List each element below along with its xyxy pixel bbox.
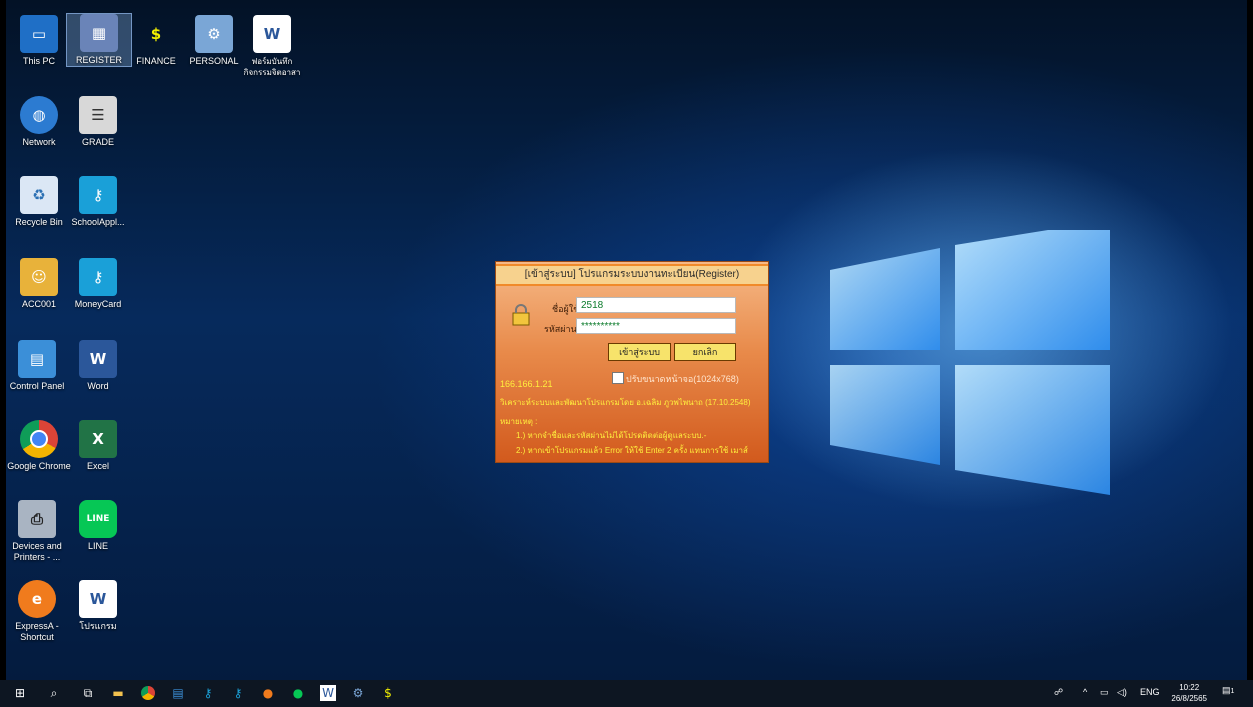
clock-time: 10:22 [1179, 683, 1200, 692]
start-windows-icon[interactable]: ⊞ [12, 685, 28, 701]
control-panel-icon: ▤ [18, 340, 56, 378]
notification-count: 1 [1230, 688, 1235, 695]
language-indicator[interactable]: ENG [1140, 687, 1160, 697]
desktop-icon-label: MoneyCard [74, 299, 122, 309]
desktop-icon-schoolappl[interactable]: ⚷ SchoolAppl... [66, 176, 130, 228]
clock-date: 26/8/2565 [1171, 694, 1207, 703]
developer-credit: วิเคราะห์ระบบและพัฒนาโปรแกรมโดย อ.เฉลิม … [500, 398, 751, 407]
desktop-icon-devices-printers[interactable]: ⎙ Devices and Printers - ... [5, 500, 69, 563]
desktop-icon-label: Recycle Bin [15, 217, 63, 227]
word-icon: W [79, 340, 117, 378]
register-app-icon: ▦ [80, 14, 118, 52]
grade-app-icon: ☰ [79, 96, 117, 134]
this-pc-icon: ▭ [20, 15, 58, 53]
finance-app-icon: $ [150, 25, 162, 43]
word-document-icon: W [79, 580, 117, 618]
network-icon: ◍ [20, 96, 58, 134]
desktop-icon-label: Google Chrome [7, 461, 71, 471]
chevron-up-icon[interactable]: ^ [1083, 687, 1087, 697]
dialog-title: [เข้าสู่ระบบ] โปรแกรมระบบงานทะเบียน(Regi… [496, 264, 768, 286]
cancel-button[interactable]: ยกเลิก [674, 343, 736, 361]
desktop-icon-expressa[interactable]: e ExpressA - Shortcut [5, 580, 69, 643]
username-input[interactable] [576, 297, 736, 313]
desktop-icon-program-doc[interactable]: W โปรแกรม [66, 580, 130, 632]
printer-icon: ⎙ [18, 500, 56, 538]
desktop-icon-label: ฟอร์มบันทึก กิจกรรมจิตอาสา [243, 57, 301, 77]
user-folder-icon: ☺ [20, 258, 58, 296]
desktop-icon-moneycard[interactable]: ⚷ MoneyCard [66, 258, 130, 310]
desktop-icon-label: Excel [86, 461, 109, 471]
desktop-icon-label: ExpressA - Shortcut [15, 621, 59, 642]
chrome-taskbar-icon[interactable] [140, 685, 156, 701]
excel-icon: X [79, 420, 117, 458]
lock-icon [512, 304, 530, 326]
desktop-icon-label: โปรแกรม [79, 621, 117, 631]
network-tray-icon[interactable]: ▭ [1100, 687, 1109, 698]
line-app-icon: LINE [79, 500, 117, 538]
desktop-icon-acc001[interactable]: ☺ ACC001 [7, 258, 71, 310]
desktop-icon-line[interactable]: LINE LINE [66, 500, 130, 552]
control-panel-taskbar-icon[interactable]: ▤ [170, 685, 186, 701]
desktop-icon-word[interactable]: W Word [66, 340, 130, 392]
key-app-taskbar-icon-2[interactable]: ⚷ [230, 685, 246, 701]
expressa-taskbar-icon[interactable]: ● [260, 685, 276, 701]
people-icon[interactable]: ☍ [1054, 687, 1063, 698]
personal-app-icon: ⚙ [195, 15, 233, 53]
password-input[interactable] [576, 318, 736, 334]
desktop-icon-label: REGISTER [75, 55, 122, 65]
desktop-icon-label: Control Panel [9, 381, 65, 391]
expressa-app-icon: e [18, 580, 56, 618]
desktop-icon-register[interactable]: ▦ REGISTER [66, 13, 132, 67]
desktop-icon-control-panel[interactable]: ▤ Control Panel [3, 340, 71, 392]
key-app-icon: ⚷ [79, 176, 117, 214]
desktop-icon-label: Network [22, 137, 56, 147]
note-1: 1.) หากจำชื่อและรหัสผ่านไม่ได้โปรดติดต่อ… [516, 431, 707, 440]
key-app-taskbar-icon[interactable]: ⚷ [200, 685, 216, 701]
desktop-icon-label: SchoolAppl... [71, 217, 125, 227]
note-2: 2.) หากเข้าโปรแกรมแล้ว Error ให้ใช้ Ente… [516, 446, 748, 455]
desktop-icon-this-pc[interactable]: ▭ This PC [7, 15, 71, 67]
desktop-icon-grade[interactable]: ☰ GRADE [66, 96, 130, 148]
desktop-icon-volunteer-form[interactable]: W ฟอร์มบันทึก กิจกรรมจิตอาสา [236, 15, 308, 78]
recycle-bin-icon: ♻ [20, 176, 58, 214]
resize-screen-label: ปรับขนาดหน้าจอ(1024x768) [626, 374, 739, 384]
password-label: รหัสผ่าน [544, 324, 577, 334]
desktop-icon-label: FINANCE [136, 56, 176, 66]
personal-taskbar-icon[interactable]: ⚙ [350, 685, 366, 701]
file-explorer-icon[interactable]: ▬ [110, 685, 126, 701]
login-dialog: [เข้าสู่ระบบ] โปรแกรมระบบงานทะเบียน(Regi… [495, 261, 769, 463]
ip-address: 166.166.1.21 [500, 379, 553, 389]
desktop-icon-label: ACC001 [21, 299, 57, 309]
desktop-icon-network[interactable]: ◍ Network [7, 96, 71, 148]
resize-screen-checkbox[interactable] [612, 372, 624, 384]
desktop-icon-google-chrome[interactable]: Google Chrome [7, 420, 71, 472]
search-icon[interactable]: ⌕ [46, 685, 62, 701]
key-app-icon: ⚷ [79, 258, 117, 296]
windows-wallpaper-logo [830, 230, 1110, 495]
line-taskbar-icon[interactable]: ● [290, 685, 306, 701]
screen-edge-right [1247, 0, 1253, 707]
word-document-icon: W [253, 15, 291, 53]
desktop-icon-excel[interactable]: X Excel [66, 420, 130, 472]
taskbar: ⊞ ⌕ ⧉ ▬ ▤ ⚷ ⚷ ● ● W ⚙ $ ☍ ^ ▭ ◁) ENG 10:… [0, 680, 1253, 707]
finance-taskbar-icon[interactable]: $ [380, 685, 396, 701]
notification-icon[interactable]: ▤1 [1222, 685, 1234, 696]
system-clock[interactable]: 10:22 26/8/2565 [1171, 682, 1207, 704]
desktop-icon-label: GRADE [81, 137, 114, 147]
notes-title: หมายเหตุ : [500, 417, 538, 426]
login-button[interactable]: เข้าสู่ระบบ [608, 343, 671, 361]
task-view-icon[interactable]: ⧉ [80, 685, 96, 701]
desktop-icon-recycle-bin[interactable]: ♻ Recycle Bin [7, 176, 71, 228]
desktop-icon-label: LINE [87, 541, 108, 551]
desktop-icon-finance[interactable]: $ FINANCE [124, 15, 188, 67]
desktop-icon-label: Word [87, 381, 109, 391]
chrome-icon [20, 420, 58, 458]
volume-icon[interactable]: ◁) [1117, 687, 1127, 698]
word-taskbar-icon[interactable]: W [320, 685, 336, 701]
desktop-icon-label: Devices and Printers - ... [12, 541, 62, 562]
desktop-icon-label: This PC [22, 56, 55, 66]
